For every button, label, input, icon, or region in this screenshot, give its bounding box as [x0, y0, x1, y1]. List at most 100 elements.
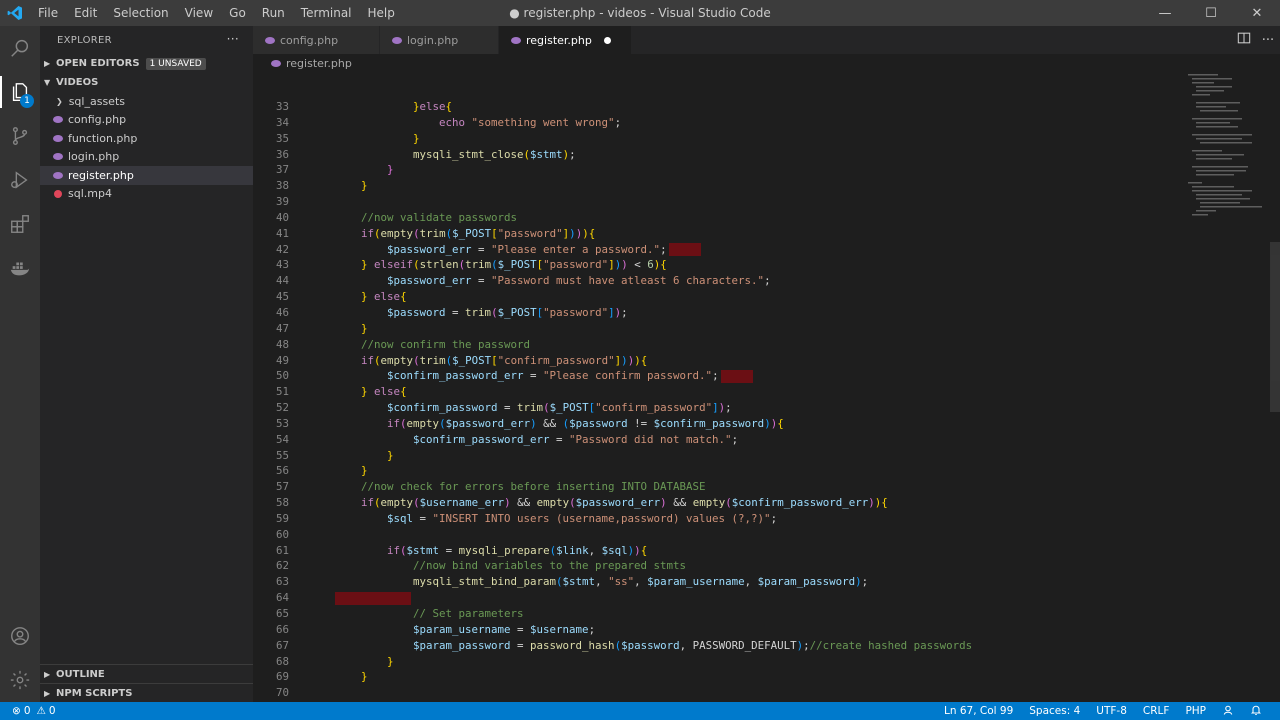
settings-gear-icon[interactable] — [0, 658, 40, 702]
menu-help[interactable]: Help — [360, 0, 403, 26]
menu-edit[interactable]: Edit — [66, 0, 105, 26]
maximize-button[interactable]: ☐ — [1188, 0, 1234, 26]
line-ending[interactable]: CRLF — [1135, 705, 1178, 717]
menu-view[interactable]: View — [177, 0, 221, 26]
code-line: 55 } — [275, 448, 394, 462]
php-file-icon — [53, 134, 63, 142]
tab-login[interactable]: login.php — [380, 26, 499, 54]
cursor-position[interactable]: Ln 67, Col 99 — [936, 705, 1021, 717]
vertical-scrollbar[interactable] — [1268, 72, 1280, 702]
code-line: 65 // Set parameters — [275, 607, 524, 620]
code-line: 60 — [275, 527, 289, 541]
source-control-icon[interactable] — [0, 114, 40, 158]
code-line: 58 if(empty($username_err) && empty($pas… — [275, 496, 888, 510]
explorer-sidebar: EXPLORER ··· ▶ OPEN EDITORS 1 UNSAVED ▼ … — [40, 26, 253, 702]
breadcrumb-file[interactable]: register.php — [286, 57, 352, 70]
chevron-down-icon: ▼ — [44, 78, 51, 87]
open-editors-label: OPEN EDITORS — [56, 58, 140, 69]
error-count[interactable]: 0 — [24, 705, 31, 717]
code-line: 42 $password_err = "Please enter a passw… — [253, 242, 1280, 258]
notifications-bell-icon[interactable] — [1242, 704, 1270, 719]
code-view[interactable]: 33 }else{ 34 echo "something went wrong"… — [253, 99, 1280, 717]
code-line: 45 } else{ — [275, 290, 407, 304]
open-editors-section[interactable]: ▶ OPEN EDITORS 1 UNSAVED — [40, 54, 253, 73]
tree-item-register[interactable]: register.php — [40, 166, 253, 185]
tree-item-config[interactable]: config.php — [40, 111, 253, 130]
search-icon[interactable] — [0, 26, 40, 70]
minimap[interactable] — [1184, 72, 1268, 242]
split-editor-icon[interactable] — [1232, 31, 1256, 49]
more-actions-icon[interactable]: ··· — [1256, 33, 1280, 48]
close-window-button[interactable]: ✕ — [1234, 0, 1280, 26]
tab-register[interactable]: register.php — [499, 26, 632, 54]
code-line: 41 if(empty(trim($_POST["password"]))){ — [275, 226, 596, 240]
encoding[interactable]: UTF-8 — [1088, 705, 1135, 717]
code-line: 37 } — [275, 163, 394, 177]
tree-item-login[interactable]: login.php — [40, 148, 253, 167]
tab-label: register.php — [526, 33, 592, 47]
tree-item-sql-assets[interactable]: ❯ sql_assets — [40, 92, 253, 111]
menu-terminal[interactable]: Terminal — [293, 0, 360, 26]
npm-scripts-section[interactable]: ▶ NPM SCRIPTS — [40, 683, 253, 702]
folder-section[interactable]: ▼ VIDEOS — [40, 73, 253, 92]
outline-label: OUTLINE — [56, 668, 105, 680]
code-line: 33 }else{ — [275, 100, 453, 113]
warning-count[interactable]: 0 — [49, 705, 56, 717]
code-line: 36 mysqli_stmt_close($stmt); — [275, 147, 576, 161]
menu-selection[interactable]: Selection — [105, 0, 176, 26]
menu-file[interactable]: File — [30, 0, 66, 26]
menu-run[interactable]: Run — [254, 0, 293, 26]
unsaved-dot-icon[interactable] — [603, 36, 611, 44]
code-line: 69 } — [275, 670, 368, 684]
code-line: 50 $confirm_password_err = "Please confi… — [253, 368, 1280, 384]
php-file-icon — [265, 36, 275, 44]
error-icon[interactable]: ⊗ — [12, 705, 21, 717]
chevron-right-icon: ❯ — [56, 96, 63, 106]
warning-icon[interactable]: ⚠ — [37, 705, 46, 717]
editor-area: config.php login.php register.php ··· re… — [253, 26, 1280, 715]
scrollbar-thumb[interactable] — [1270, 242, 1280, 412]
outline-section[interactable]: ▶ OUTLINE — [40, 664, 253, 683]
code-line: 70 — [275, 686, 289, 700]
activity-bar: 1 — [0, 26, 40, 702]
video-file-icon — [54, 189, 62, 198]
folder-label: VIDEOS — [56, 77, 99, 88]
code-line: 62 //now bind variables to the prepared … — [275, 559, 687, 573]
tree-item-function[interactable]: function.php — [40, 129, 253, 148]
language-mode[interactable]: PHP — [1177, 705, 1214, 717]
extensions-icon[interactable] — [0, 202, 40, 246]
code-line: 34 echo "something went wrong"; — [275, 115, 622, 129]
menu-go[interactable]: Go — [221, 0, 254, 26]
code-line: 59 $sql = "INSERT INTO users (username,p… — [275, 511, 778, 525]
docker-icon[interactable] — [0, 246, 40, 290]
code-line: 39 — [275, 195, 289, 209]
explorer-header: EXPLORER ··· — [40, 26, 253, 54]
indentation[interactable]: Spaces: 4 — [1021, 705, 1088, 717]
tree-item-sql-mp4[interactable]: sql.mp4 — [40, 185, 253, 204]
run-debug-icon[interactable] — [0, 158, 40, 202]
code-line: 40 //now validate passwords — [275, 210, 518, 224]
explorer-title: EXPLORER — [57, 34, 112, 46]
minimize-button[interactable]: — — [1142, 0, 1188, 26]
code-line: 68 } — [275, 654, 394, 668]
chevron-right-icon: ▶ — [44, 59, 51, 68]
code-line: 61 if($stmt = mysqli_prepare($link, $sql… — [275, 543, 648, 557]
code-line: 56 } — [275, 464, 368, 478]
more-actions-icon[interactable]: ··· — [227, 32, 239, 46]
code-line: 35 } — [275, 131, 420, 145]
feedback-icon[interactable] — [1214, 704, 1242, 719]
code-line: 44 $password_err = "Password must have a… — [275, 274, 771, 288]
unsaved-badge: 1 UNSAVED — [145, 57, 206, 70]
php-file-icon — [271, 59, 281, 67]
php-file-icon — [53, 171, 63, 179]
npm-scripts-label: NPM SCRIPTS — [56, 687, 133, 699]
php-file-icon — [53, 116, 63, 124]
tab-config[interactable]: config.php — [253, 26, 380, 54]
code-line: 47 } — [275, 321, 368, 335]
files-icon[interactable]: 1 — [0, 70, 40, 114]
breadcrumb: register.php — [253, 54, 1280, 72]
tab-label: config.php — [280, 33, 339, 47]
code-line: 46 $password = trim($_POST["password"]); — [275, 305, 628, 319]
account-icon[interactable] — [0, 614, 40, 658]
code-line: 51 } else{ — [275, 385, 407, 399]
